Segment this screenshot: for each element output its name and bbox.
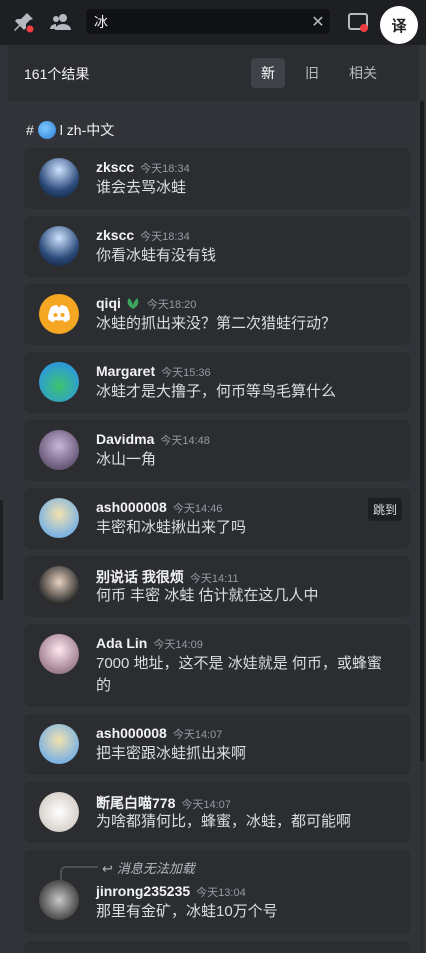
tab-newest[interactable]: 新 <box>251 58 285 88</box>
discord-logo-icon <box>48 305 70 322</box>
message-time: 今天14:07 <box>172 729 223 741</box>
message-result[interactable]: 别说话 我很烦 今天14:11 何币 丰密 冰蛙 估计就在这几人中 <box>24 556 410 617</box>
avatar[interactable] <box>39 498 79 538</box>
left-edge-bar <box>0 500 3 600</box>
pin-icon[interactable] <box>12 10 36 34</box>
message-result[interactable]: ash000008 今天14:07 把丰密跟冰蛙抓出来啊 <box>24 714 410 775</box>
message-result[interactable]: qiqi 今天18:20 冰蛙的抓出来没？第二次猎蛙行动？ <box>24 284 410 345</box>
message-result[interactable]: 断尾白喵778 今天14:07 为啥都猜何比，蜂蜜，冰蛙，都可能啊 <box>24 782 410 843</box>
avatar[interactable] <box>39 362 79 402</box>
avatar[interactable] <box>39 724 79 764</box>
message-text: 冰山一角 <box>96 451 157 468</box>
results-header: 161个结果 新 旧 相关 <box>8 45 418 101</box>
message-text: 冰蛙才是大撸子，何币等鸟毛算什么 <box>96 383 337 400</box>
message-time: 今天18:20 <box>146 299 197 311</box>
tab-oldest[interactable]: 旧 <box>295 58 329 88</box>
message-author: qiqi 今天18:20 <box>96 295 197 311</box>
message-author: zkscc 今天18:34 <box>96 159 190 175</box>
message-time: 今天18:34 <box>140 231 190 243</box>
scrollbar-thumb[interactable] <box>420 101 424 761</box>
message-author: Margaret 今天15:36 <box>96 363 211 379</box>
message-author: jinrong235235 今天13:04 <box>96 883 246 899</box>
message-time: 今天13:04 <box>196 887 246 899</box>
avatar[interactable] <box>39 158 79 198</box>
avatar[interactable] <box>39 294 79 334</box>
message-result[interactable]: zkscc 今天18:34 你看冰蛙有没有钱 <box>24 216 410 277</box>
avatar[interactable] <box>39 566 79 606</box>
message-author: 别说话 我很烦 今天14:11 <box>96 569 239 585</box>
avatar[interactable] <box>39 430 79 470</box>
message-result[interactable]: ↩ 消息无法加载 jinrong235235 今天13:04 那里有金矿，冰蛙10万… <box>24 850 410 934</box>
avatar[interactable] <box>39 226 79 266</box>
message-author: 断尾白喵778 今天14:07 <box>96 795 231 811</box>
leaf-badge-icon <box>127 298 139 309</box>
search-input[interactable] <box>86 9 306 34</box>
message-text: 谁会去骂冰蛙 <box>96 179 187 196</box>
message-result[interactable] <box>24 941 410 953</box>
reply-preview[interactable]: ↩ 消息无法加载 <box>102 858 195 877</box>
message-author: ash000008 今天14:07 <box>96 725 223 741</box>
top-bar: ✕ 译 <box>0 0 426 45</box>
channel-hash-icon: # <box>26 122 34 138</box>
message-time: 今天14:48 <box>160 435 210 447</box>
message-time: 今天14:46 <box>172 503 223 515</box>
avatar[interactable] <box>39 634 79 674</box>
search-box[interactable]: ✕ <box>86 9 330 34</box>
message-text: 为啥都猜何比，蜂蜜，冰蛙，都可能啊 <box>96 813 352 830</box>
tab-relevant[interactable]: 相关 <box>339 58 387 88</box>
inbox-icon[interactable] <box>346 10 370 34</box>
message-time: 今天18:34 <box>140 163 190 175</box>
message-author: Ada Lin 今天14:09 <box>96 635 203 651</box>
message-result[interactable]: Margaret 今天15:36 冰蛙才是大撸子，何币等鸟毛算什么 <box>24 352 410 413</box>
message-result[interactable]: Davidma 今天14:48 冰山一角 <box>24 420 410 481</box>
message-text: 冰蛙的抓出来没？第二次猎蛙行动？ <box>96 315 337 332</box>
globe-icon <box>37 121 56 139</box>
results-count: 161个结果 <box>24 66 90 82</box>
message-author: ash000008 今天14:46 <box>96 499 223 515</box>
message-text: 把丰密跟冰蛙抓出来啊 <box>96 745 247 762</box>
message-text: 7000 地址，这不是 冰娃就是 何币，或蜂蜜的 <box>96 655 382 694</box>
message-time: 今天14:07 <box>181 799 231 811</box>
jump-button[interactable]: 跳到 <box>367 498 402 521</box>
message-time: 今天14:09 <box>153 639 203 651</box>
message-text: 何币 丰密 冰蛙 估计就在这几人中 <box>96 587 319 604</box>
message-author: Davidma 今天14:48 <box>96 431 210 447</box>
message-text: 丰密和冰蛙揪出来了吗 <box>96 519 247 536</box>
reply-connector <box>60 866 98 882</box>
message-result[interactable]: ash000008 今天14:46 丰密和冰蛙揪出来了吗 跳到 <box>24 488 410 549</box>
message-time: 今天14:11 <box>189 573 239 585</box>
avatar[interactable] <box>39 792 79 832</box>
members-icon[interactable] <box>49 10 73 34</box>
channel-header[interactable]: # l zh-中文 <box>26 120 114 140</box>
message-text: 那里有金矿，冰蛙10万个号 <box>96 903 278 920</box>
message-result[interactable]: Ada Lin 今天14:09 7000 地址，这不是 冰娃就是 何币，或蜂蜜的 <box>24 624 410 707</box>
channel-name: l zh-中文 <box>59 122 115 138</box>
clear-search-icon[interactable]: ✕ <box>306 10 330 34</box>
avatar[interactable] <box>39 880 79 920</box>
message-author: zkscc 今天18:34 <box>96 227 190 243</box>
message-time: 今天15:36 <box>161 367 211 379</box>
message-text: 你看冰蛙有没有钱 <box>96 247 217 264</box>
message-result[interactable]: zkscc 今天18:34 谁会去骂冰蛙 <box>24 148 410 209</box>
reply-icon: ↩ <box>102 861 113 876</box>
translate-button[interactable]: 译 <box>380 6 418 44</box>
